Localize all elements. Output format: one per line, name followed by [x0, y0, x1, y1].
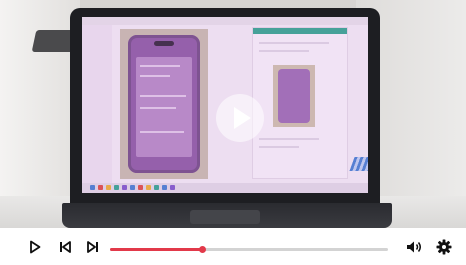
gear-icon: [436, 239, 452, 255]
settings-button[interactable]: [435, 238, 453, 256]
progress-bar[interactable]: [110, 246, 388, 253]
next-button[interactable]: [84, 238, 102, 256]
center-play-button[interactable]: [216, 94, 264, 142]
volume-button[interactable]: [405, 238, 423, 256]
control-bar: [0, 228, 466, 265]
previous-button[interactable]: [56, 238, 74, 256]
progress-fill: [110, 248, 202, 251]
video-frame[interactable]: [0, 0, 466, 228]
progress-handle[interactable]: [198, 246, 206, 253]
play-icon: [234, 107, 251, 129]
video-player: [0, 0, 466, 265]
skip-next-icon: [87, 241, 98, 253]
volume-icon: [407, 241, 421, 253]
skip-previous-icon: [60, 241, 71, 253]
play-button[interactable]: [26, 238, 44, 256]
play-icon: [30, 240, 41, 254]
laptop-trackpad: [190, 210, 260, 224]
